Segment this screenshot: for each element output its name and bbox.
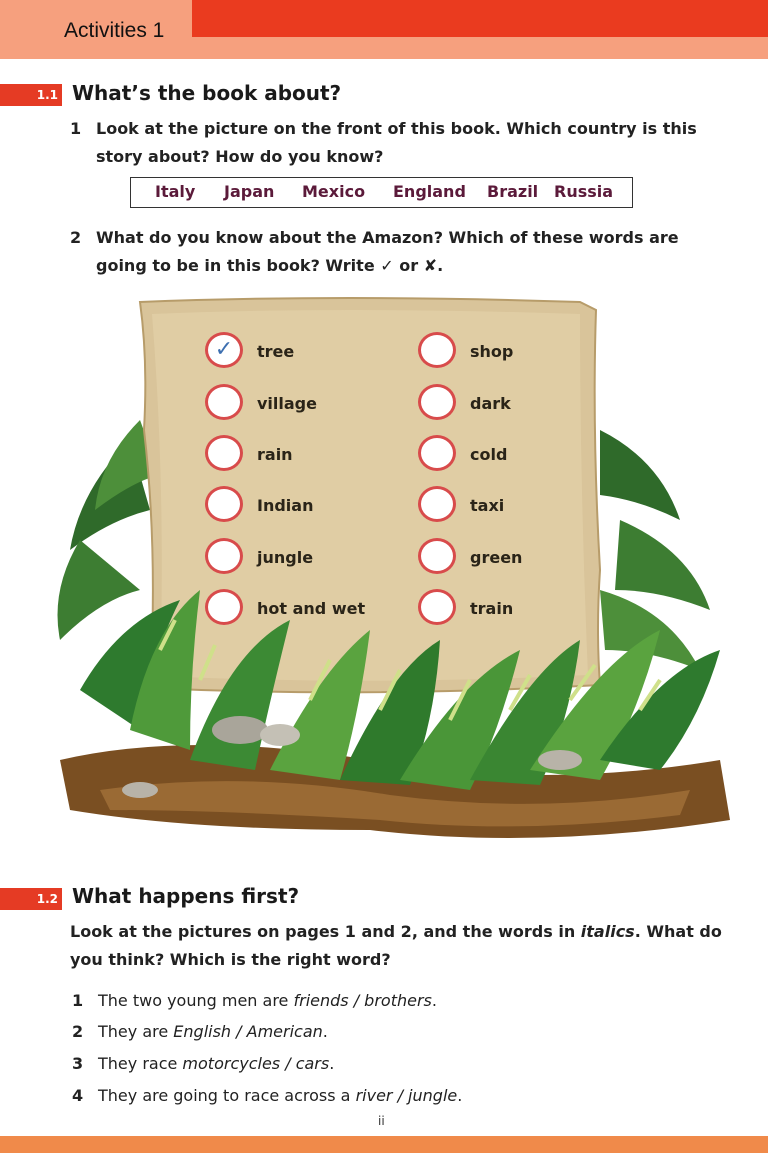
exercise-text: They race motorcycles / cars. (98, 1051, 334, 1077)
word-label: Indian (257, 496, 314, 515)
section-badge-1-1: 1.1 (0, 84, 62, 106)
exercise-options[interactable]: motorcycles / cars (182, 1054, 329, 1073)
word-checkbox[interactable] (205, 435, 243, 471)
exercise-options[interactable]: English / American (173, 1022, 322, 1041)
word-checkbox[interactable] (418, 435, 456, 471)
word-checkbox[interactable] (205, 538, 243, 574)
country-option[interactable]: Mexico (302, 182, 365, 201)
country-option[interactable]: Brazil (487, 182, 538, 201)
jungle-illustration-art (57, 297, 730, 838)
exercise-text: The two young men are friends / brothers… (98, 988, 437, 1014)
exercise-text-post: . (431, 991, 437, 1010)
footer-bar (0, 1136, 768, 1153)
word-checkbox[interactable] (418, 538, 456, 574)
country-options-box: Italy Japan Mexico England Brazil Russia (130, 177, 633, 208)
exercise-options[interactable]: friends / brothers (293, 991, 431, 1010)
exercise-text: They are going to race across a river / … (98, 1083, 462, 1109)
intro-line1-text: Look at the pictures on pages 1 and 2, a… (70, 922, 576, 941)
word-label: shop (470, 342, 514, 361)
section-title-1-2: What happens first? (72, 884, 300, 908)
jungle-parchment-illustration: ✓ tree village rain Indian jungle hot an… (40, 290, 740, 860)
exercise-text-pre: They are (98, 1022, 174, 1041)
word-label: rain (257, 445, 293, 464)
exercise-options[interactable]: river / jungle (356, 1086, 458, 1105)
word-label: tree (257, 342, 295, 361)
word-label: village (257, 394, 317, 413)
country-option[interactable]: Italy (155, 182, 195, 201)
header-accent-bar (192, 0, 768, 37)
word-checkbox[interactable] (418, 384, 456, 420)
question-text-line1: What do you know about the Amazon? Which… (96, 228, 679, 247)
exercise-text: They are English / American. (98, 1019, 328, 1045)
word-label: green (470, 548, 523, 567)
exercise-text-pre: The two young men are (98, 991, 294, 1010)
word-checkbox[interactable] (418, 486, 456, 522)
exercise-number: 1 (72, 991, 84, 1010)
exercise-text-post: . (329, 1054, 335, 1073)
country-option[interactable]: Russia (554, 182, 613, 201)
word-checkbox[interactable] (418, 332, 456, 368)
country-option[interactable]: England (393, 182, 466, 201)
intro-line1-end: . What do (634, 922, 722, 941)
section-intro: Look at the pictures on pages 1 and 2, a… (70, 918, 750, 974)
word-checkbox[interactable] (418, 589, 456, 625)
question-number: 1 (70, 119, 82, 138)
page-header-title: Activities 1 (64, 19, 165, 42)
question-text-line2: going to be in this book? Write ✓ or ✘. (96, 256, 444, 275)
word-label: taxi (470, 496, 505, 515)
question-2: 2 What do you know about the Amazon? Whi… (70, 224, 710, 280)
section-title-1-1: What’s the book about? (72, 81, 342, 105)
country-option[interactable]: Japan (224, 182, 274, 201)
page-number: ii (378, 1114, 385, 1128)
exercise-text-post: . (457, 1086, 463, 1105)
word-label: jungle (257, 548, 314, 567)
intro-italic-word: italics (580, 922, 635, 941)
question-number: 2 (70, 228, 82, 247)
word-checkbox[interactable] (205, 486, 243, 522)
word-label: cold (470, 445, 508, 464)
word-label: train (470, 599, 514, 618)
word-checkbox[interactable] (205, 589, 243, 625)
exercise-number: 4 (72, 1086, 84, 1105)
section-badge-1-2: 1.2 (0, 888, 62, 910)
exercise-text-pre: They are going to race across a (98, 1086, 356, 1105)
word-checkbox[interactable]: ✓ (205, 332, 243, 368)
exercise-number: 3 (72, 1054, 84, 1073)
intro-line2: you think? Which is the right word? (70, 950, 391, 969)
exercise-text-post: . (322, 1022, 328, 1041)
intro-line1: Look at the pictures on pages 1 and 2, a… (70, 918, 722, 946)
exercise-number: 2 (72, 1022, 84, 1041)
question-text-line1: Look at the picture on the front of this… (96, 119, 697, 138)
exercise-text-pre: They race (98, 1054, 183, 1073)
word-label: dark (470, 394, 511, 413)
word-label: hot and wet (257, 599, 366, 618)
question-1: 1 Look at the picture on the front of th… (70, 115, 710, 171)
word-checkbox[interactable] (205, 384, 243, 420)
question-text-line2: story about? How do you know? (96, 147, 384, 166)
